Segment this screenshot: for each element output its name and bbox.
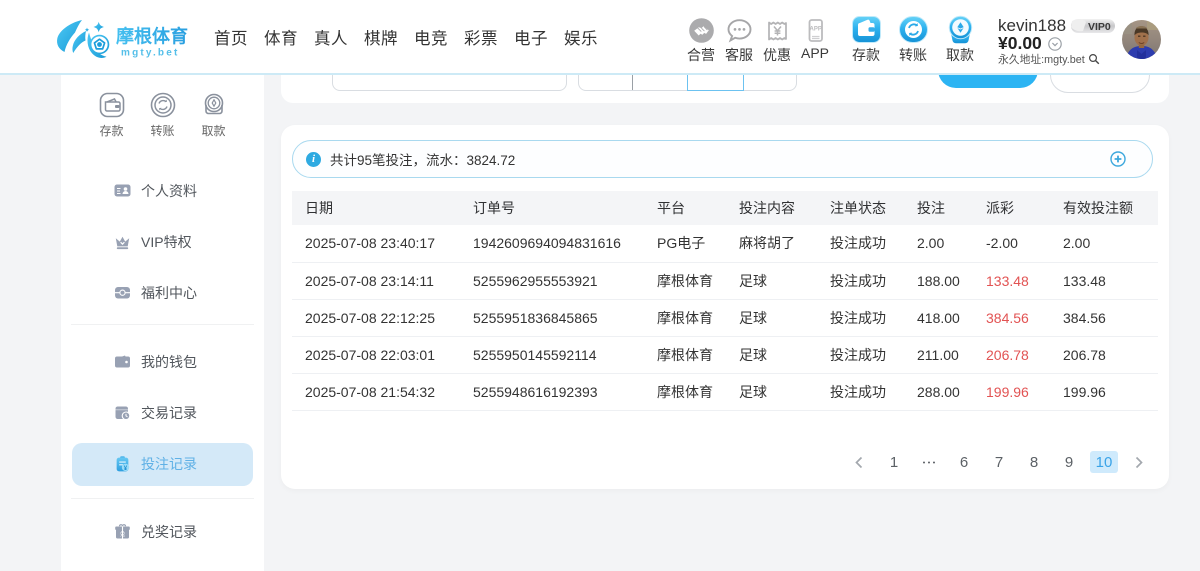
svg-text:VIP0: VIP0 <box>1088 21 1111 33</box>
svg-text:mgty.bet: mgty.bet <box>121 48 180 59</box>
svg-text:¥: ¥ <box>124 464 128 471</box>
svg-text:摩根体育: 摩根体育 <box>116 26 188 47</box>
svg-text:兑: 兑 <box>120 530 126 538</box>
svg-text:APP: APP <box>809 26 821 32</box>
